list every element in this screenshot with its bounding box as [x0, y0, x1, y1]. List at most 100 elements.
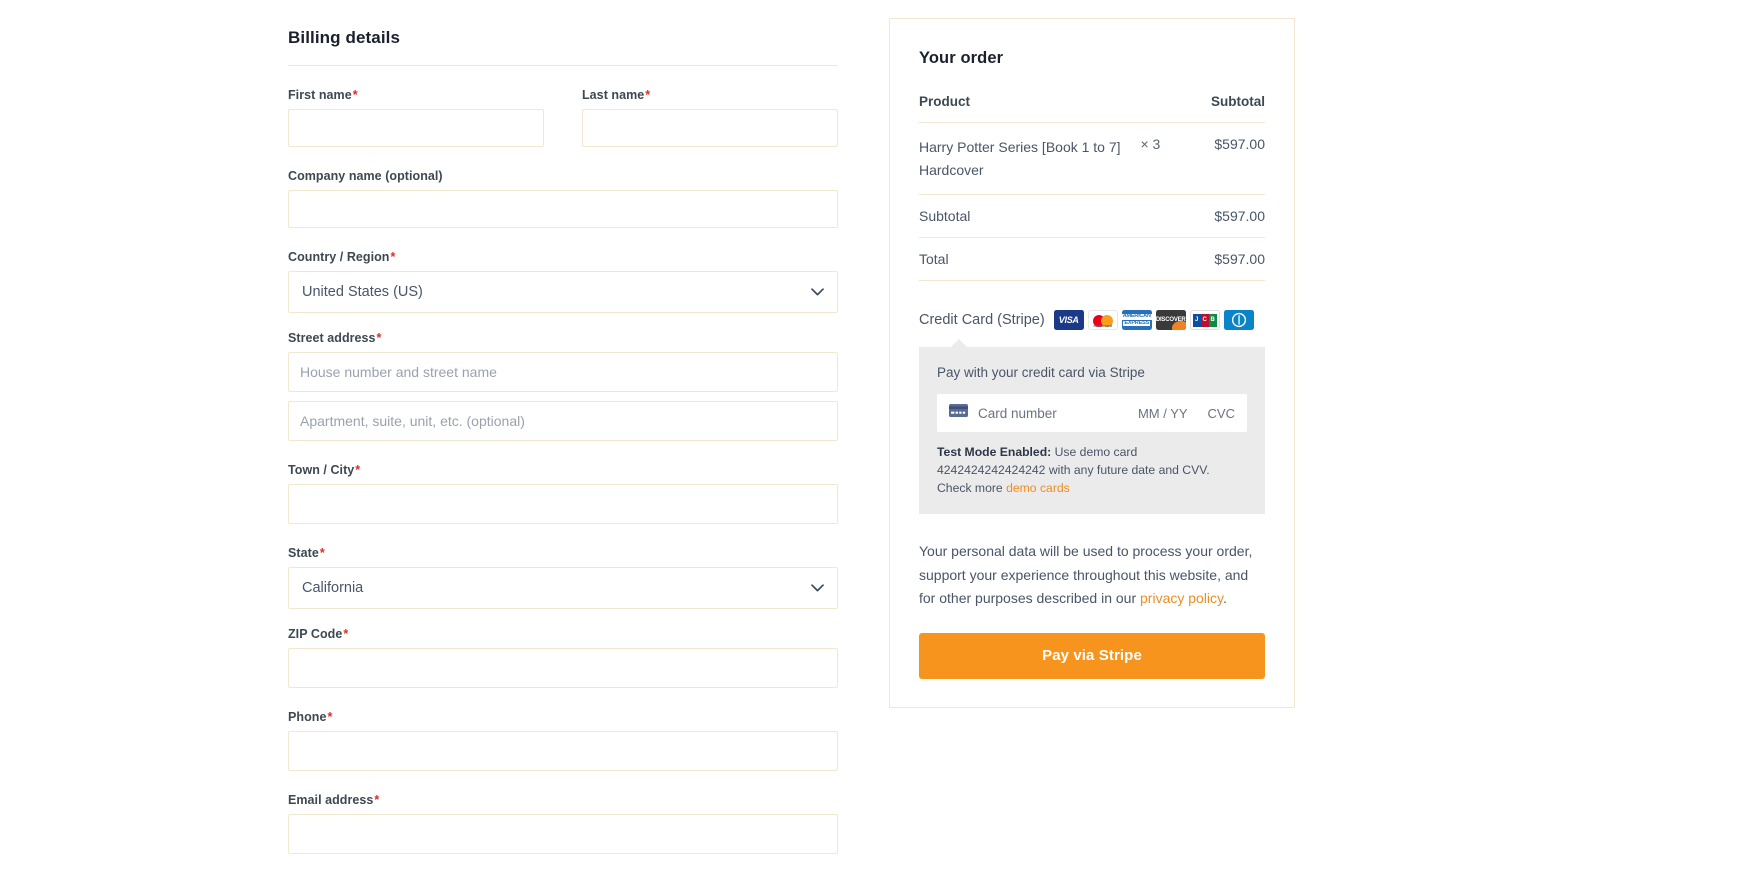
- required-marker: *: [355, 463, 361, 477]
- state-select-wrapper: California: [288, 567, 838, 609]
- required-marker: *: [390, 250, 396, 264]
- card-brand-icons: VISA mastercard AMERICAN EXPRESS DISCOVE…: [1053, 310, 1254, 331]
- order-summary-table: Product Subtotal Harry Potter Series [Bo…: [919, 94, 1265, 281]
- email-label: Email address*: [288, 793, 838, 814]
- order-table-body: Harry Potter Series [Book 1 to 7] Hardco…: [919, 122, 1265, 281]
- state-label: State*: [288, 546, 838, 567]
- amex-icon: AMERICAN EXPRESS: [1121, 310, 1152, 331]
- order-summary-panel: Your order Product Subtotal Harry Potter…: [889, 18, 1295, 708]
- required-marker: *: [352, 88, 358, 102]
- subtotal-label: Subtotal: [919, 208, 971, 225]
- street-address-input[interactable]: [288, 352, 838, 392]
- country-label: Country / Region*: [288, 250, 838, 271]
- column-header-subtotal: Subtotal: [1211, 94, 1265, 109]
- state-field-group: State* California: [288, 546, 838, 609]
- email-input[interactable]: [288, 814, 838, 854]
- payment-method-stripe[interactable]: Credit Card (Stripe) VISA mastercard AME…: [919, 310, 1265, 331]
- discover-wordmark: DISCOVER: [1155, 317, 1186, 324]
- company-field-group: Company name (optional): [288, 169, 838, 228]
- table-row: Total $597.00: [919, 237, 1265, 281]
- table-row: Harry Potter Series [Book 1 to 7] Hardco…: [919, 122, 1265, 195]
- zip-label: ZIP Code*: [288, 627, 838, 648]
- stripe-box-arrow: [950, 339, 968, 349]
- billing-title-divider: [288, 65, 838, 66]
- test-mode-label: Test Mode Enabled:: [937, 445, 1052, 460]
- country-label-text: Country / Region: [288, 250, 390, 264]
- discover-icon: DISCOVER: [1155, 310, 1186, 331]
- jcb-icon: J C B: [1189, 310, 1220, 331]
- card-number-placeholder: Card number: [978, 405, 1057, 421]
- jcb-b: B: [1208, 313, 1217, 327]
- test-mode-notice: Test Mode Enabled: Use demo card 4242424…: [937, 432, 1247, 497]
- last-name-label-text: Last name: [582, 88, 645, 102]
- jcb-j: J: [1192, 313, 1201, 327]
- order-summary-title: Your order: [919, 49, 1004, 67]
- payment-methods-section: Credit Card (Stripe) VISA mastercard AME…: [919, 281, 1265, 679]
- last-name-label: Last name*: [582, 88, 838, 109]
- first-name-field-group: First name*: [288, 88, 544, 147]
- name-fields-row: First name* Last name*: [288, 88, 838, 152]
- country-select[interactable]: United States (US): [288, 271, 838, 313]
- state-select[interactable]: California: [288, 567, 838, 609]
- total-value: $597.00: [1214, 251, 1265, 268]
- required-marker: *: [376, 331, 382, 345]
- card-expiry-label: MM / YY: [1137, 405, 1188, 421]
- zip-input[interactable]: [288, 648, 838, 688]
- last-name-input[interactable]: [582, 109, 838, 147]
- first-name-label-text: First name: [288, 88, 352, 102]
- total-label: Total: [919, 251, 949, 268]
- required-marker: *: [343, 627, 349, 641]
- order-item-name: Harry Potter Series [Book 1 to 7] Hardco…: [919, 139, 1121, 178]
- billing-details-section: Billing details First name* Last name* C…: [288, 28, 838, 859]
- privacy-text-part-2: .: [1223, 589, 1227, 606]
- phone-input[interactable]: [288, 731, 838, 771]
- street-address-2-input[interactable]: [288, 401, 838, 441]
- first-name-label: First name*: [288, 88, 544, 109]
- stripe-payment-box: Pay with your credit card via Stripe Car…: [919, 339, 1265, 515]
- required-marker: *: [327, 710, 333, 724]
- stripe-description: Pay with your credit card via Stripe: [937, 365, 1145, 381]
- last-name-field-group: Last name*: [582, 88, 838, 147]
- required-marker: *: [645, 88, 651, 102]
- street-address-label: Street address*: [288, 331, 838, 352]
- country-select-wrapper: United States (US): [288, 271, 838, 313]
- city-label: Town / City*: [288, 463, 838, 484]
- privacy-policy-link[interactable]: privacy policy: [1140, 590, 1223, 606]
- visa-icon: VISA: [1053, 310, 1084, 331]
- state-label-text: State: [288, 546, 319, 560]
- jcb-c: C: [1200, 313, 1209, 327]
- city-label-text: Town / City: [288, 463, 355, 477]
- pay-via-stripe-button[interactable]: Pay via Stripe: [919, 632, 1265, 679]
- email-label-text: Email address: [288, 793, 374, 807]
- city-input[interactable]: [288, 484, 838, 524]
- amex-line-2: EXPRESS: [1123, 319, 1150, 327]
- checkout-page: Billing details First name* Last name* C…: [0, 0, 1748, 884]
- company-input[interactable]: [288, 190, 838, 228]
- card-cvc-label: CVC: [1207, 405, 1235, 421]
- demo-cards-link[interactable]: demo cards: [1006, 481, 1070, 495]
- country-field-group: Country / Region* United States (US): [288, 250, 838, 313]
- subtotal-value: $597.00: [1214, 208, 1265, 225]
- street-address-field-group: Street address*: [288, 331, 838, 441]
- first-name-input[interactable]: [288, 109, 544, 147]
- credit-card-icon: [949, 404, 968, 422]
- payment-method-label: Credit Card (Stripe): [919, 312, 1045, 329]
- zip-label-text: ZIP Code: [288, 627, 343, 641]
- mastercard-wordmark: mastercard: [1093, 323, 1112, 328]
- order-table-header-row: Product Subtotal: [919, 94, 1265, 123]
- company-label: Company name (optional): [288, 169, 443, 183]
- order-item-quantity: × 3: [1140, 136, 1161, 152]
- phone-label: Phone*: [288, 710, 838, 731]
- email-field-group: Email address*: [288, 793, 838, 854]
- required-marker: *: [319, 546, 325, 560]
- order-item-price: $597.00: [1214, 136, 1265, 152]
- street-address-label-text: Street address: [288, 331, 376, 345]
- diners-club-icon: [1223, 310, 1254, 331]
- stripe-card-input[interactable]: Card number MM / YY CVC: [937, 394, 1247, 433]
